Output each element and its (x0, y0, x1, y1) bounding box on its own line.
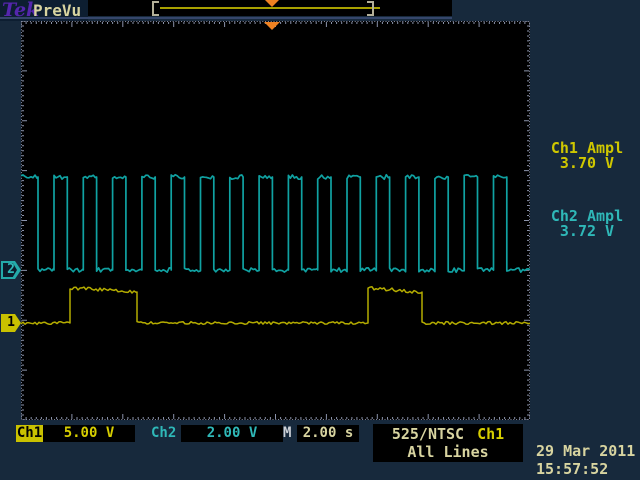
timebase-readout: 2.00 s (297, 425, 359, 442)
ch2-position-marker: 2 (1, 261, 21, 279)
time-readout: 15:57:52 (536, 460, 640, 478)
date-readout: 29 Mar 2011 (536, 442, 640, 460)
header-separator (0, 17, 452, 19)
trigger-standard: 525/NTSC (392, 425, 464, 443)
ch2-scale-readout: 2.00 V (181, 425, 283, 442)
trigger-source: Ch1 (477, 425, 504, 443)
acquisition-bar (88, 0, 452, 16)
trigger-readout-box: 525/NTSC Ch1 All Lines (373, 424, 523, 462)
measurement-value: 3.72 V (538, 224, 636, 239)
ch1-scale-readout: 5.00 V (43, 425, 135, 442)
measurement-ch2-ampl: Ch2 Ampl 3.72 V (538, 209, 636, 239)
timebase-label: M (283, 425, 291, 442)
ch1-marker-label: 1 (5, 314, 17, 332)
ch2-badge: Ch2 (151, 425, 176, 442)
measurement-ch1-ampl: Ch1 Ampl 3.70 V (538, 141, 636, 171)
measurement-value: 3.70 V (538, 156, 636, 171)
ch1-position-marker: 1 (1, 314, 21, 332)
waveform-canvas (21, 21, 530, 420)
trigger-position-icon (265, 0, 279, 7)
oscilloscope-screen: { "header": { "brand": "Tek", "mode": "P… (0, 0, 640, 480)
ch1-badge: Ch1 (16, 425, 43, 442)
ch2-marker-label: 2 (5, 261, 17, 279)
trigger-mode: All Lines (373, 443, 523, 461)
window-right-bracket-icon (367, 1, 374, 16)
window-left-bracket-icon (152, 1, 159, 16)
graticule (21, 21, 530, 420)
record-length-line (160, 7, 380, 9)
